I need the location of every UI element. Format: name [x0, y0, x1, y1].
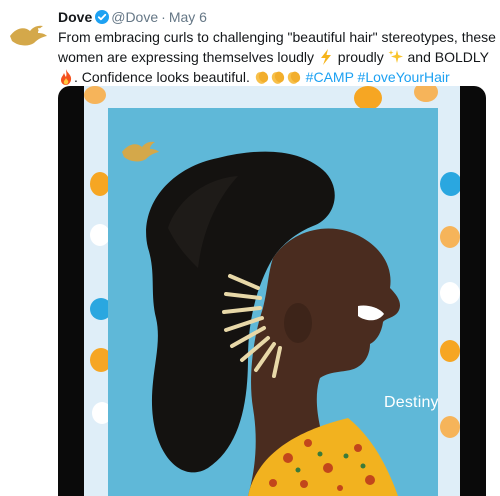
confetti-dot: [440, 172, 460, 196]
author-handle[interactable]: @Dove: [111, 9, 158, 25]
tweet: Dove @Dove · May 6 From embracing curls to …: [0, 0, 500, 496]
portrait-photo: Destiny D: [108, 108, 438, 496]
tweet-header: Dove @Dove · May 6: [58, 8, 207, 26]
portrait-illustration: [108, 108, 438, 496]
confetti-dot: [440, 416, 460, 438]
clapping-hands-emoji-icon: [254, 69, 270, 85]
tweet-text: From embracing curls to challenging "bea…: [58, 27, 498, 87]
confetti-dot: [414, 86, 438, 102]
hashtag-link[interactable]: #CAMP: [306, 69, 354, 85]
tweet-text-part: and BOLDLY: [407, 49, 489, 65]
separator-dot: ·: [161, 9, 166, 25]
tweet-date[interactable]: May 6: [169, 9, 207, 25]
confetti-dot: [354, 86, 382, 110]
confetti-dot: [440, 340, 460, 362]
verified-badge-icon: [95, 10, 110, 24]
confetti-dot: [90, 172, 110, 196]
tweet-text-part: proudly: [337, 49, 384, 65]
sparkles-emoji-icon: [388, 49, 404, 65]
confetti-dot: [90, 224, 110, 246]
tweet-text-part: . Confidence looks beautiful.: [74, 69, 250, 85]
confetti-dot: [440, 282, 460, 304]
confetti-dot: [440, 226, 460, 248]
lightning-emoji-icon: [318, 49, 334, 65]
dove-logo-icon[interactable]: [8, 22, 48, 48]
clapping-hands-emoji-icon: [270, 69, 286, 85]
campaign-poster: Destiny D: [84, 86, 460, 496]
fire-emoji-icon: [58, 69, 74, 85]
tweet-media[interactable]: Destiny D: [58, 86, 486, 496]
poster-caption: Destiny D: [384, 394, 438, 411]
author-name[interactable]: Dove: [58, 9, 92, 25]
clapping-hands-emoji-icon: [286, 69, 302, 85]
confetti-dot: [84, 86, 106, 104]
hashtag-link[interactable]: #LoveYourHair: [358, 69, 450, 85]
